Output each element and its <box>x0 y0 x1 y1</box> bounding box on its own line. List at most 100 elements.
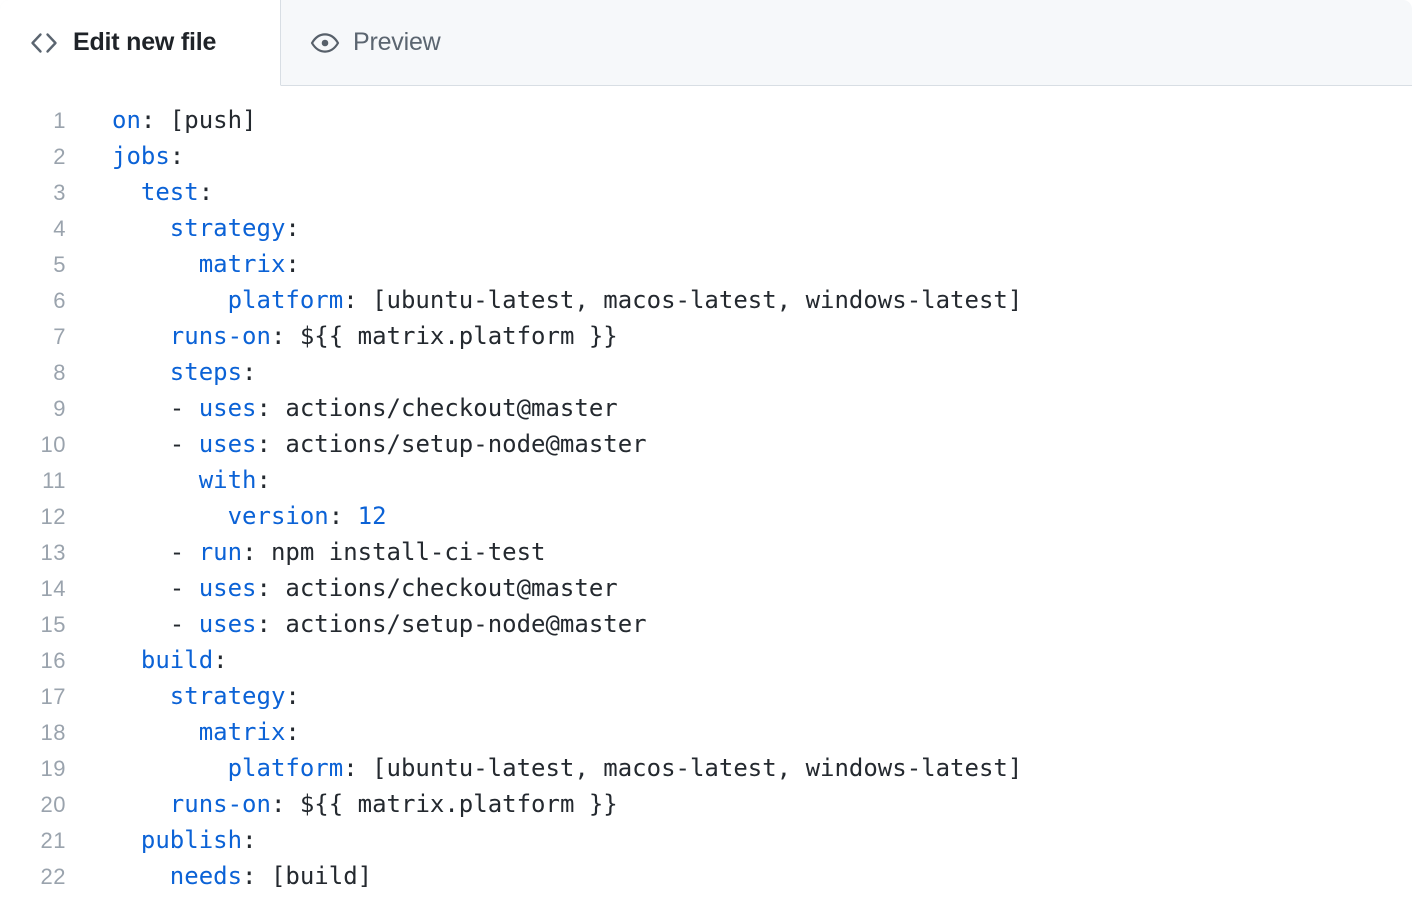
code-token-plain: : [ubuntu-latest, macos-latest, windows-… <box>343 286 1022 314</box>
code-token-plain: : <box>170 142 184 170</box>
code-indent <box>112 790 170 818</box>
code-line[interactable]: 2jobs: <box>0 138 1412 174</box>
code-line[interactable]: 11 with: <box>0 462 1412 498</box>
code-line-text: strategy: <box>66 678 1412 714</box>
code-token-plain: : actions/checkout@master <box>257 574 618 602</box>
code-line-text: version: 12 <box>66 498 1412 534</box>
code-line-text: - uses: actions/checkout@master <box>66 570 1412 606</box>
line-number: 12 <box>0 499 66 535</box>
code-indent <box>112 754 228 782</box>
code-indent <box>112 862 170 890</box>
code-token-key: platform <box>228 754 344 782</box>
code-indent <box>112 610 170 638</box>
code-line-text: - run: npm install-ci-test <box>66 534 1412 570</box>
code-line[interactable]: 6 platform: [ubuntu-latest, macos-latest… <box>0 282 1412 318</box>
code-line[interactable]: 20 runs-on: ${{ matrix.platform }} <box>0 786 1412 822</box>
line-number: 21 <box>0 823 66 859</box>
code-indent <box>112 682 170 710</box>
code-line-text: test: <box>66 174 1412 210</box>
code-token-plain: : <box>199 178 213 206</box>
code-token-plain: - <box>170 538 199 566</box>
code-indent <box>112 394 170 422</box>
code-line[interactable]: 17 strategy: <box>0 678 1412 714</box>
code-line-text: platform: [ubuntu-latest, macos-latest, … <box>66 750 1412 786</box>
code-line-text: - uses: actions/checkout@master <box>66 390 1412 426</box>
code-line-text: - uses: actions/setup-node@master <box>66 426 1412 462</box>
code-token-key: version <box>228 502 329 530</box>
code-line[interactable]: 13 - run: npm install-ci-test <box>0 534 1412 570</box>
code-line[interactable]: 4 strategy: <box>0 210 1412 246</box>
code-line[interactable]: 19 platform: [ubuntu-latest, macos-lates… <box>0 750 1412 786</box>
code-line[interactable]: 21 publish: <box>0 822 1412 858</box>
tab-edit-new-file[interactable]: Edit new file <box>0 0 281 86</box>
eye-icon <box>310 31 340 55</box>
code-line[interactable]: 12 version: 12 <box>0 498 1412 534</box>
code-line-text: with: <box>66 462 1412 498</box>
code-token-key: build <box>141 646 213 674</box>
line-number: 20 <box>0 787 66 823</box>
line-number: 1 <box>0 103 66 139</box>
code-token-plain: : <box>285 718 299 746</box>
line-number: 6 <box>0 283 66 319</box>
line-number: 4 <box>0 211 66 247</box>
code-line[interactable]: 15 - uses: actions/setup-node@master <box>0 606 1412 642</box>
code-token-key: run <box>199 538 242 566</box>
code-line[interactable]: 5 matrix: <box>0 246 1412 282</box>
code-line[interactable]: 3 test: <box>0 174 1412 210</box>
code-line[interactable]: 14 - uses: actions/checkout@master <box>0 570 1412 606</box>
code-line[interactable]: 1on: [push] <box>0 102 1412 138</box>
code-line[interactable]: 8 steps: <box>0 354 1412 390</box>
code-line[interactable]: 18 matrix: <box>0 714 1412 750</box>
code-line-text: runs-on: ${{ matrix.platform }} <box>66 786 1412 822</box>
line-number: 18 <box>0 715 66 751</box>
code-token-key: uses <box>199 394 257 422</box>
code-token-plain: - <box>170 394 199 422</box>
code-token-key: matrix <box>199 718 286 746</box>
code-indent <box>112 322 170 350</box>
code-indent <box>112 358 170 386</box>
tab-preview-label: Preview <box>353 30 441 55</box>
code-token-plain: - <box>170 610 199 638</box>
code-line-text: needs: [build] <box>66 858 1412 894</box>
code-token-num: 12 <box>358 502 387 530</box>
code-indent <box>112 250 199 278</box>
code-token-plain: : ${{ matrix.platform }} <box>271 322 618 350</box>
code-indent <box>112 718 199 746</box>
code-token-key: with <box>199 466 257 494</box>
code-token-key: runs-on <box>170 322 271 350</box>
code-line-text: publish: <box>66 822 1412 858</box>
code-line[interactable]: 10 - uses: actions/setup-node@master <box>0 426 1412 462</box>
code-token-plain: : <box>242 358 256 386</box>
line-number: 22 <box>0 859 66 895</box>
line-number: 7 <box>0 319 66 355</box>
code-line[interactable]: 16 build: <box>0 642 1412 678</box>
code-line-text: matrix: <box>66 246 1412 282</box>
code-token-plain: : actions/checkout@master <box>257 394 618 422</box>
code-token-plain: : ${{ matrix.platform }} <box>271 790 618 818</box>
code-line[interactable]: 9 - uses: actions/checkout@master <box>0 390 1412 426</box>
line-number: 9 <box>0 391 66 427</box>
code-line-text: - uses: actions/setup-node@master <box>66 606 1412 642</box>
code-token-plain: : [ubuntu-latest, macos-latest, windows-… <box>343 754 1022 782</box>
code-token-key: uses <box>199 430 257 458</box>
code-token-key: uses <box>199 574 257 602</box>
tab-preview[interactable]: Preview <box>281 0 477 85</box>
code-token-plain: : <box>285 250 299 278</box>
code-line[interactable]: 7 runs-on: ${{ matrix.platform }} <box>0 318 1412 354</box>
line-number: 2 <box>0 139 66 175</box>
code-token-key: strategy <box>170 682 286 710</box>
code-brackets-icon <box>28 30 60 56</box>
code-token-plain: : [build] <box>242 862 372 890</box>
code-token-plain: : <box>285 214 299 242</box>
code-line[interactable]: 22 needs: [build] <box>0 858 1412 894</box>
code-editor-area[interactable]: 1on: [push]2jobs:3 test:4 strategy:5 mat… <box>0 86 1412 904</box>
line-number: 10 <box>0 427 66 463</box>
code-line-text: jobs: <box>66 138 1412 174</box>
line-number: 19 <box>0 751 66 787</box>
code-token-key: needs <box>170 862 242 890</box>
line-number: 15 <box>0 607 66 643</box>
line-number: 14 <box>0 571 66 607</box>
code-line-text: matrix: <box>66 714 1412 750</box>
code-indent <box>112 430 170 458</box>
code-indent <box>112 574 170 602</box>
